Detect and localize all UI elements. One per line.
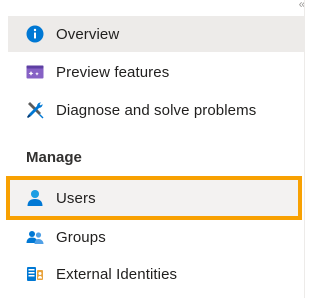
nav-item-label: Groups: [56, 228, 106, 246]
wrench-icon: [26, 101, 44, 119]
nav-item-groups[interactable]: Groups: [8, 219, 305, 255]
groups-icon: [26, 228, 44, 246]
nav-item-label: Overview: [56, 25, 120, 43]
nav-item-label: Diagnose and solve problems: [56, 101, 257, 119]
section-header-manage: Manage: [26, 149, 82, 166]
collapse-menu-icon[interactable]: «: [295, 0, 309, 10]
nav-item-label: External Identities: [56, 265, 178, 283]
resource-menu-panel: « Overview Preview features Diagnose and…: [0, 0, 313, 298]
info-icon: [26, 25, 44, 43]
nav-item-diagnose-solve[interactable]: Diagnose and solve problems: [8, 92, 305, 128]
nav-item-overview[interactable]: Overview: [8, 16, 305, 52]
user-icon: [26, 189, 44, 207]
nav-item-external-identities[interactable]: External Identities: [8, 256, 305, 292]
external-identities-icon: [26, 265, 44, 283]
nav-item-preview-features[interactable]: Preview features: [8, 54, 305, 90]
nav-item-label: Users: [56, 189, 96, 207]
preview-features-icon: [26, 63, 44, 81]
nav-item-label: Preview features: [56, 63, 170, 81]
nav-item-users[interactable]: Users: [10, 180, 298, 216]
